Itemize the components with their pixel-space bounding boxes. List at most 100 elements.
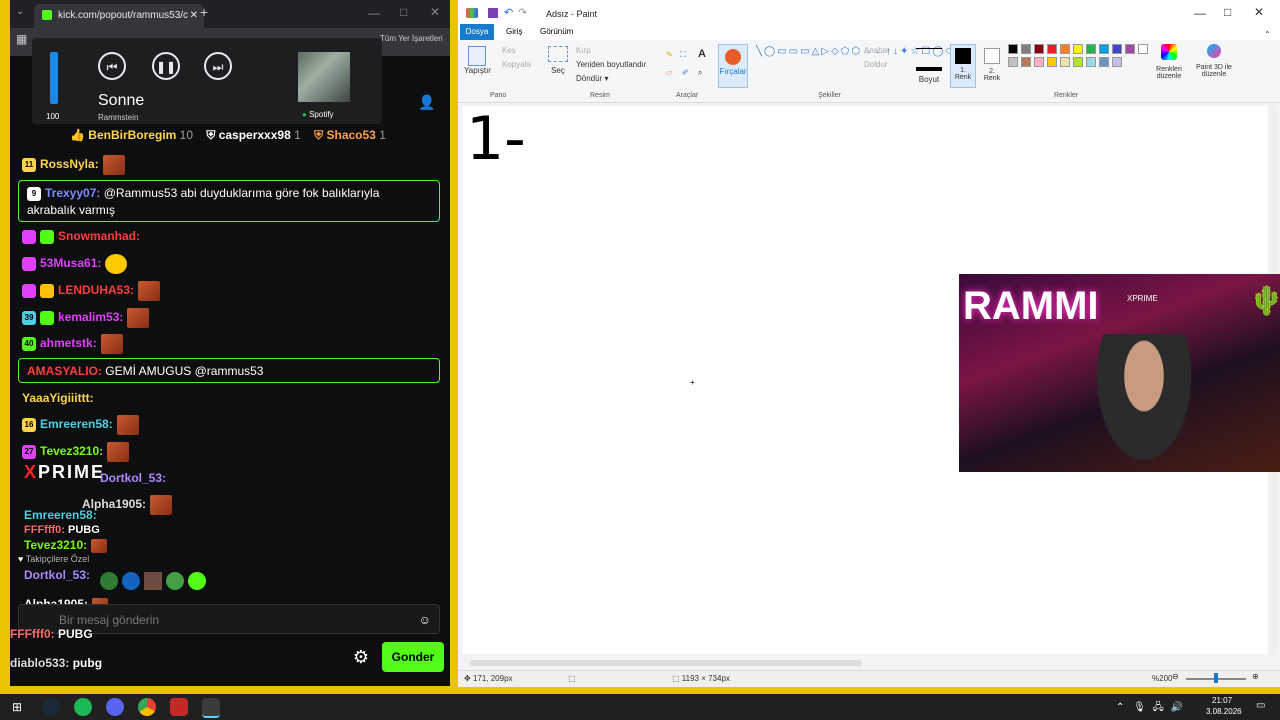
chat-username[interactable]: Tevez3210: xyxy=(40,444,103,458)
horizontal-scrollbar[interactable] xyxy=(470,660,862,666)
chat-username[interactable]: Emreeren58: xyxy=(40,417,113,431)
tab-home[interactable]: Giriş xyxy=(506,27,522,36)
chat-username[interactable]: Dortkol_53: xyxy=(100,471,166,485)
text-tool-icon[interactable]: A xyxy=(698,48,706,60)
user-settings-icon[interactable]: 👤 xyxy=(418,94,435,111)
close-tab-icon[interactable]: ✕ xyxy=(190,4,198,28)
paint3d-button[interactable]: Paint 3D ile düzenle xyxy=(1192,44,1236,78)
close-icon[interactable]: ✕ xyxy=(1254,5,1264,19)
browser-tab[interactable]: kick.com/popout/rammus53/c ✕ xyxy=(34,4,204,28)
chat-username[interactable]: AMASYALIO: xyxy=(27,364,102,378)
new-tab-button[interactable]: + xyxy=(200,4,208,20)
palette-swatch[interactable] xyxy=(1073,57,1083,67)
chat-username[interactable]: Snowmanhad: xyxy=(58,229,140,243)
save-icon[interactable] xyxy=(488,8,498,18)
microphone-icon[interactable]: 🎙 xyxy=(1133,702,1146,713)
minimize-icon[interactable]: — xyxy=(1194,6,1206,20)
palette-swatch[interactable] xyxy=(1086,44,1096,54)
chat-username[interactable]: YaaaYigiiittt: xyxy=(22,391,94,405)
pencil-tool-icon[interactable]: ✎ xyxy=(666,50,673,59)
palette-swatch[interactable] xyxy=(1099,44,1109,54)
palette-swatch[interactable] xyxy=(1047,57,1057,67)
outline-button[interactable]: Anahat xyxy=(864,46,889,55)
palette-swatch[interactable] xyxy=(1008,44,1018,54)
select-button[interactable]: Seç xyxy=(546,46,570,75)
clock-time[interactable]: 21:07 xyxy=(1212,696,1232,705)
pause-button[interactable]: ❚❚ xyxy=(152,52,180,80)
fill-button[interactable]: Doldur xyxy=(864,60,888,69)
chat-username[interactable]: Trexyy07: xyxy=(45,186,100,200)
bookmarks-label[interactable]: Tüm Yer İşaretleri xyxy=(380,34,443,43)
shapes-gallery[interactable]: ╲◯▭▭▭△▷◇⬠⬡→←↑↓✦☆☐◯⬭ xyxy=(756,46,954,82)
magnifier-icon[interactable]: ⌕ xyxy=(698,68,702,78)
maximize-icon[interactable]: □ xyxy=(1224,5,1231,19)
gifter-2[interactable]: ⛨ casperxxx98 1 xyxy=(206,128,300,142)
tray-chevron-icon[interactable]: ⌃ xyxy=(1116,702,1124,713)
palette-swatch[interactable] xyxy=(1112,57,1122,67)
palette-swatch[interactable] xyxy=(1060,44,1070,54)
spotify-icon[interactable] xyxy=(74,698,92,716)
chat-username[interactable]: 53Musa61: xyxy=(40,256,101,270)
chrome-icon[interactable] xyxy=(138,698,156,716)
palette-swatch[interactable] xyxy=(1021,44,1031,54)
palette-swatch[interactable] xyxy=(1034,44,1044,54)
windows-start-icon[interactable]: ⊞ xyxy=(8,698,26,716)
tab-view[interactable]: Görünüm xyxy=(540,27,573,36)
color-picker-icon[interactable]: ✐ xyxy=(682,68,689,77)
gifter-1[interactable]: 👍 BenBirBoregim 10 xyxy=(70,128,193,142)
size-button[interactable]: Boyut xyxy=(916,44,942,84)
chat-username[interactable]: ahmetstk: xyxy=(40,336,97,350)
zoom-in-icon[interactable]: ⊕ xyxy=(1252,672,1259,681)
paint-taskbar-icon[interactable] xyxy=(202,698,220,718)
palette-swatch[interactable] xyxy=(1060,57,1070,67)
steam-icon[interactable] xyxy=(42,698,60,716)
maximize-icon[interactable]: □ xyxy=(400,5,407,19)
chat-username[interactable]: RossNyla: xyxy=(40,157,99,171)
send-button[interactable]: Gonder xyxy=(382,642,444,672)
tab-list-icon[interactable]: ⌄ xyxy=(16,6,24,17)
brushes-button[interactable]: Fırçalar xyxy=(718,44,748,88)
color2-button[interactable]: 2. Renk xyxy=(980,44,1004,86)
voicemod-icon[interactable] xyxy=(170,698,188,716)
crop-button[interactable]: Kırp xyxy=(576,46,591,55)
chat-settings-gear-icon[interactable]: ⚙ xyxy=(350,646,372,668)
paste-button[interactable]: Yapıştır xyxy=(464,46,491,75)
zoom-out-icon[interactable]: ⊖ xyxy=(1172,672,1179,681)
resize-button[interactable]: Yeniden boyutlandır xyxy=(576,60,646,69)
palette-swatch[interactable] xyxy=(1125,44,1135,54)
volume-icon[interactable]: 🔊 xyxy=(1171,702,1183,713)
palette-swatch[interactable] xyxy=(1099,57,1109,67)
color1-button[interactable]: 1. Renk xyxy=(950,44,976,88)
redo-icon[interactable]: ↷ xyxy=(518,6,527,19)
next-track-button[interactable]: ⏭ xyxy=(204,52,232,80)
eraser-tool-icon[interactable]: ▱ xyxy=(666,68,672,77)
palette-swatch[interactable] xyxy=(1047,44,1057,54)
undo-icon[interactable]: ↶ xyxy=(504,6,513,19)
apps-grid-icon[interactable]: ▦ xyxy=(16,32,27,46)
fill-tool-icon[interactable]: ⛶ xyxy=(680,50,686,60)
chat-username[interactable]: kemalim53: xyxy=(58,310,123,324)
ribbon-collapse-icon[interactable]: ⌃ xyxy=(1264,30,1271,39)
zoom-slider[interactable] xyxy=(1186,673,1246,683)
volume-bar[interactable] xyxy=(50,52,58,104)
rotate-button[interactable]: Döndür ▾ xyxy=(576,74,609,83)
palette-swatch[interactable] xyxy=(1073,44,1083,54)
gifter-3[interactable]: ⛨ Shaco53 1 xyxy=(314,128,386,142)
tab-file[interactable]: Dosya xyxy=(460,24,494,40)
chat-username[interactable]: LENDUHA53: xyxy=(58,283,134,297)
palette-swatch[interactable] xyxy=(1138,44,1148,54)
previous-track-button[interactable]: ⏮ xyxy=(98,52,126,80)
network-icon[interactable]: 🖧 xyxy=(1153,702,1164,713)
edit-colors-button[interactable]: Renkleri düzenle xyxy=(1152,44,1186,80)
palette-swatch[interactable] xyxy=(1086,57,1096,67)
palette-swatch[interactable] xyxy=(1008,57,1018,67)
discord-icon[interactable] xyxy=(106,698,124,716)
notifications-icon[interactable]: ▭ xyxy=(1256,700,1265,711)
copy-button[interactable]: Kopyala xyxy=(502,60,531,69)
palette-swatch[interactable] xyxy=(1021,57,1031,67)
emoji-picker-icon[interactable]: ☺ xyxy=(419,605,431,635)
close-icon[interactable]: ✕ xyxy=(430,5,440,19)
cut-button[interactable]: Kes xyxy=(502,46,516,55)
clock-date[interactable]: 3.08.2026 xyxy=(1206,707,1242,716)
palette-swatch[interactable] xyxy=(1034,57,1044,67)
